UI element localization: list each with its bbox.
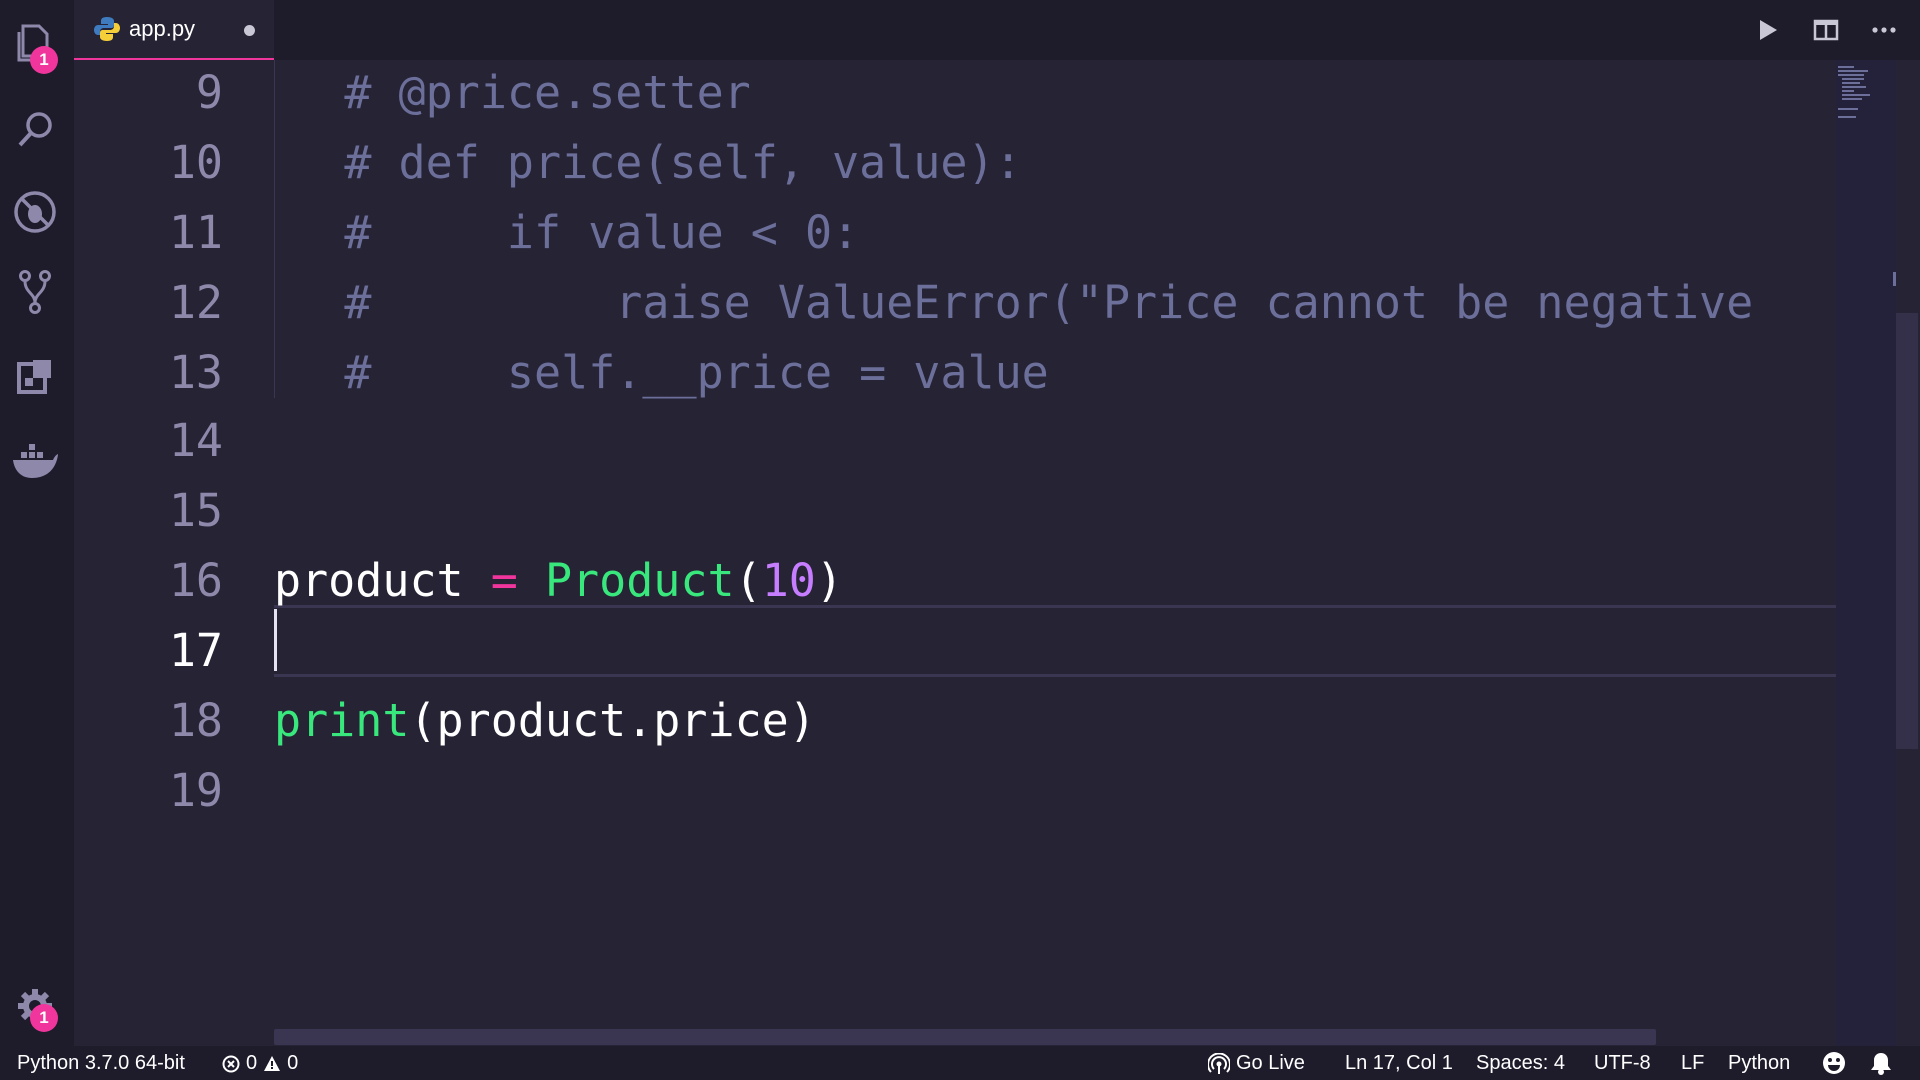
error-count: 0 — [246, 1052, 258, 1074]
text-cursor — [274, 609, 277, 671]
code-editor[interactable]: 9 # @price.setter 10 # def price(self, v… — [74, 60, 1920, 1046]
code-line: 18 print(product.price) — [74, 688, 1839, 758]
language-mode[interactable]: Python — [1728, 1052, 1790, 1075]
token-paren: ( — [734, 554, 762, 607]
code-line: 19 — [74, 758, 1839, 828]
token-operator: = — [463, 554, 545, 607]
settings-badge: 1 — [30, 1004, 58, 1032]
warning-icon — [264, 1055, 281, 1071]
scrollbar-marker — [1893, 272, 1896, 286]
gear-icon[interactable]: 1 — [9, 980, 61, 1032]
code-line: 17 — [74, 618, 1839, 688]
code-line: 14 — [74, 408, 1839, 478]
status-bar: Python 3.7.0 64-bit 0 0 Go Live Ln 17, C… — [0, 1046, 1920, 1080]
broadcast-icon — [1208, 1052, 1230, 1074]
line-number: 16 — [168, 554, 223, 607]
code-line: 15 — [74, 478, 1839, 548]
more-icon[interactable] — [1868, 14, 1900, 46]
problems-indicator[interactable]: 0 0 — [222, 1052, 298, 1075]
minimap[interactable] — [1836, 60, 1896, 1046]
token-args: (product.price) — [409, 694, 816, 747]
code-text: print(product.price) — [274, 694, 816, 747]
token-function: print — [274, 694, 410, 747]
code-text: product = Product(10) — [274, 554, 843, 607]
feedback-icon[interactable] — [1822, 1051, 1846, 1075]
token-number: 10 — [761, 554, 816, 607]
token-variable: product — [274, 554, 464, 607]
token-paren: ) — [815, 554, 843, 607]
activity-bar: 1 1 — [0, 0, 75, 1046]
token-class: Product — [544, 554, 735, 607]
line-number: 13 — [168, 346, 223, 399]
debug-icon[interactable] — [9, 186, 61, 238]
unsaved-dot-icon[interactable] — [244, 25, 255, 36]
python-interpreter[interactable]: Python 3.7.0 64-bit — [17, 1052, 185, 1075]
indentation[interactable]: Spaces: 4 — [1476, 1052, 1565, 1075]
tab-app-py[interactable]: app.py — [74, 0, 274, 60]
code-text: # def price(self, value): — [236, 136, 1022, 189]
code-line: 12 # raise ValueError("Price cannot be n… — [74, 270, 1839, 340]
line-number: 17 — [168, 624, 223, 677]
code-text: # @price.setter — [236, 66, 751, 119]
cursor-position[interactable]: Ln 17, Col 1 — [1345, 1052, 1453, 1075]
explorer-badge: 1 — [30, 46, 58, 74]
tab-title: app.py — [129, 16, 196, 41]
files-icon[interactable]: 1 — [9, 16, 61, 74]
line-number: 11 — [168, 206, 223, 259]
python-file-icon — [94, 16, 120, 47]
go-live-label: Go Live — [1236, 1052, 1305, 1074]
line-number: 15 — [168, 484, 223, 537]
line-number: 10 — [168, 136, 223, 189]
run-icon[interactable] — [1752, 14, 1784, 46]
tab-bar: app.py — [74, 0, 1920, 60]
code-line: 16 product = Product(10) — [74, 548, 1839, 618]
code-line: 9 # @price.setter — [74, 60, 1839, 130]
source-control-icon[interactable] — [9, 266, 61, 318]
line-number: 14 — [168, 414, 223, 467]
line-number: 18 — [168, 694, 223, 747]
code-text: # raise ValueError("Price cannot be nega… — [236, 276, 1754, 329]
bell-icon[interactable] — [1870, 1051, 1892, 1075]
warning-count: 0 — [287, 1052, 299, 1074]
code-text: # if value < 0: — [236, 206, 860, 259]
line-number: 9 — [195, 66, 223, 119]
docker-icon[interactable] — [9, 434, 61, 486]
end-of-line[interactable]: LF — [1681, 1052, 1704, 1075]
line-number: 12 — [168, 276, 223, 329]
code-text: # self.__price = value — [236, 346, 1049, 399]
code-line: 11 # if value < 0: — [74, 200, 1839, 270]
code-line: 10 # def price(self, value): — [74, 130, 1839, 200]
split-editor-icon[interactable] — [1810, 14, 1842, 46]
code-line: 13 # self.__price = value — [74, 340, 1839, 410]
extensions-icon[interactable] — [9, 350, 61, 402]
go-live-button[interactable]: Go Live — [1208, 1052, 1305, 1075]
search-icon[interactable] — [9, 104, 61, 156]
line-number: 19 — [168, 764, 223, 817]
vertical-scrollbar[interactable] — [1896, 313, 1918, 749]
horizontal-scrollbar[interactable] — [274, 1029, 1656, 1045]
encoding[interactable]: UTF-8 — [1594, 1052, 1651, 1075]
error-icon — [222, 1055, 240, 1072]
